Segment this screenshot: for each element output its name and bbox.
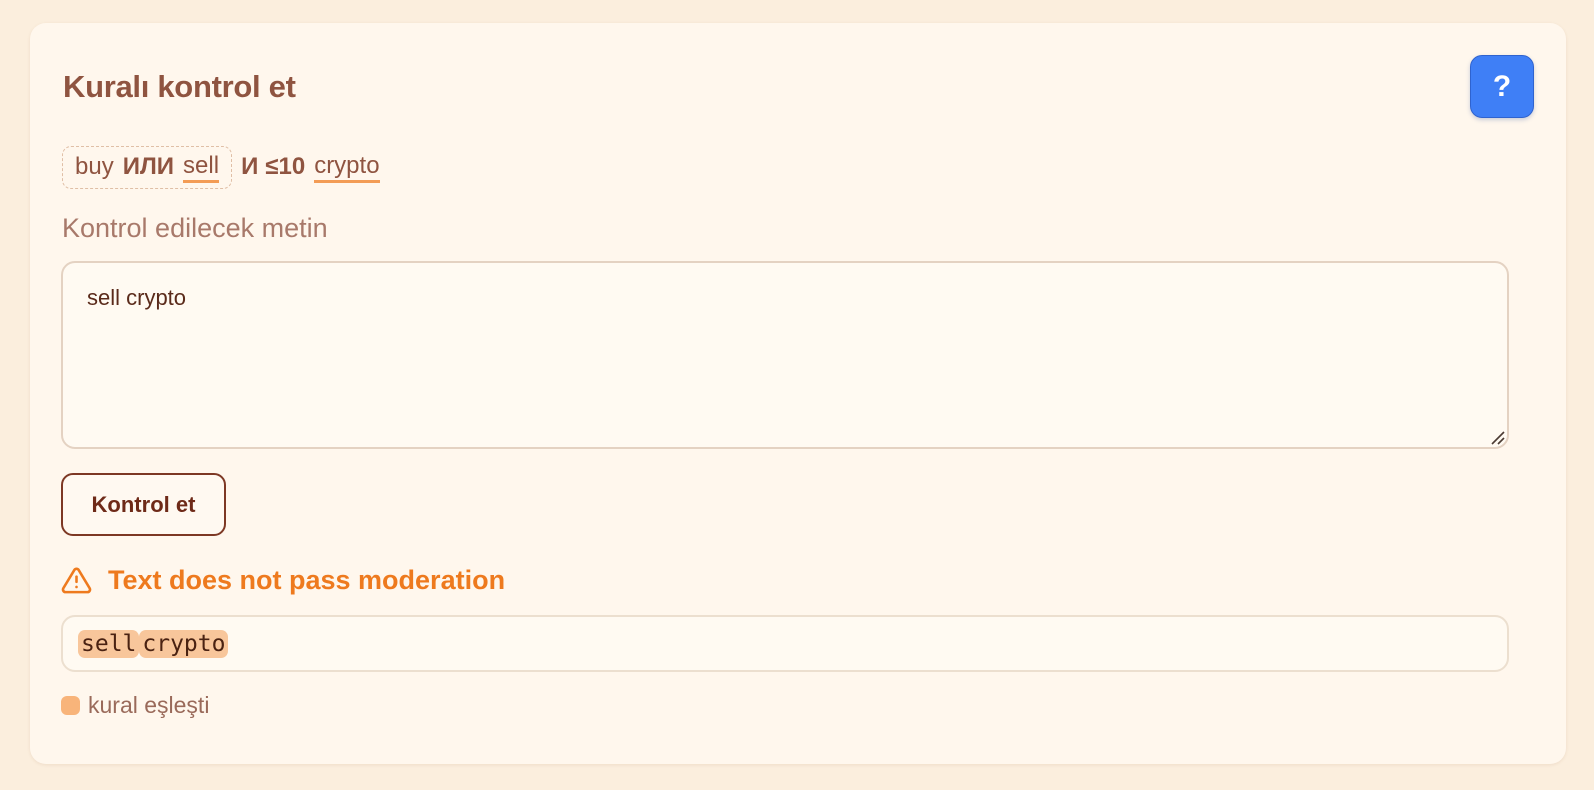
rule-or-operator: ИЛИ xyxy=(122,153,175,180)
legend: kural eşleşti xyxy=(61,690,209,720)
rule-term-buy: buy xyxy=(75,153,114,180)
match-swatch-icon xyxy=(61,695,80,715)
matched-token: sell xyxy=(78,629,140,658)
rule-term-sell: sell xyxy=(183,152,220,183)
check-button[interactable]: Kontrol et xyxy=(61,473,226,536)
legend-label: kural eşleşti xyxy=(88,691,210,718)
text-input-label: Kontrol edilecek metin xyxy=(62,213,328,243)
rule-or-group: buy ИЛИ sell xyxy=(62,145,233,189)
rule-and-operator: И xyxy=(241,153,259,180)
text-input-value: sell crypto xyxy=(87,285,187,310)
resize-handle-icon[interactable] xyxy=(1489,429,1505,445)
warning-triangle-icon xyxy=(61,565,92,596)
rule-expression: buy ИЛИ sell И ≤10 crypto xyxy=(62,145,380,189)
page-title: Kuralı kontrol et xyxy=(63,69,296,104)
rule-distance: ≤10 xyxy=(265,153,306,180)
highlighted-preview: sell crypto xyxy=(61,615,1509,672)
rule-term-crypto: crypto xyxy=(314,152,380,183)
moderation-result: Text does not pass moderation xyxy=(61,561,505,599)
text-input[interactable]: sell crypto xyxy=(61,261,1509,449)
matched-token: crypto xyxy=(139,629,229,658)
help-button[interactable]: ? xyxy=(1470,55,1534,118)
question-mark-icon: ? xyxy=(1492,69,1512,103)
rule-check-card: Kuralı kontrol et ? buy ИЛИ sell И ≤10 c… xyxy=(30,23,1566,764)
result-message: Text does not pass moderation xyxy=(108,564,506,595)
